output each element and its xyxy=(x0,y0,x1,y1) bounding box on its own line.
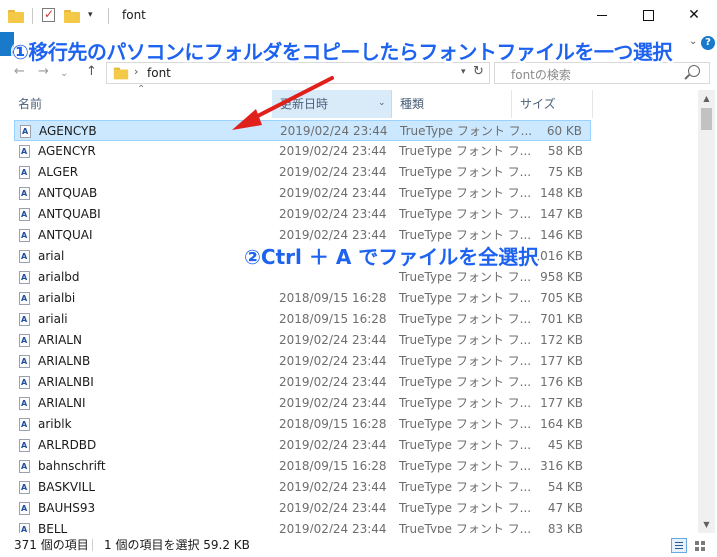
annotation-arrow xyxy=(232,76,334,130)
annotation-step-2: ②Ctrl ＋ A でファイルを全選択 xyxy=(244,245,539,269)
annotation-step-1: ①移行先のパソコンにフォルダをコピーしたらフォントファイルを一つ選択 xyxy=(12,40,672,64)
